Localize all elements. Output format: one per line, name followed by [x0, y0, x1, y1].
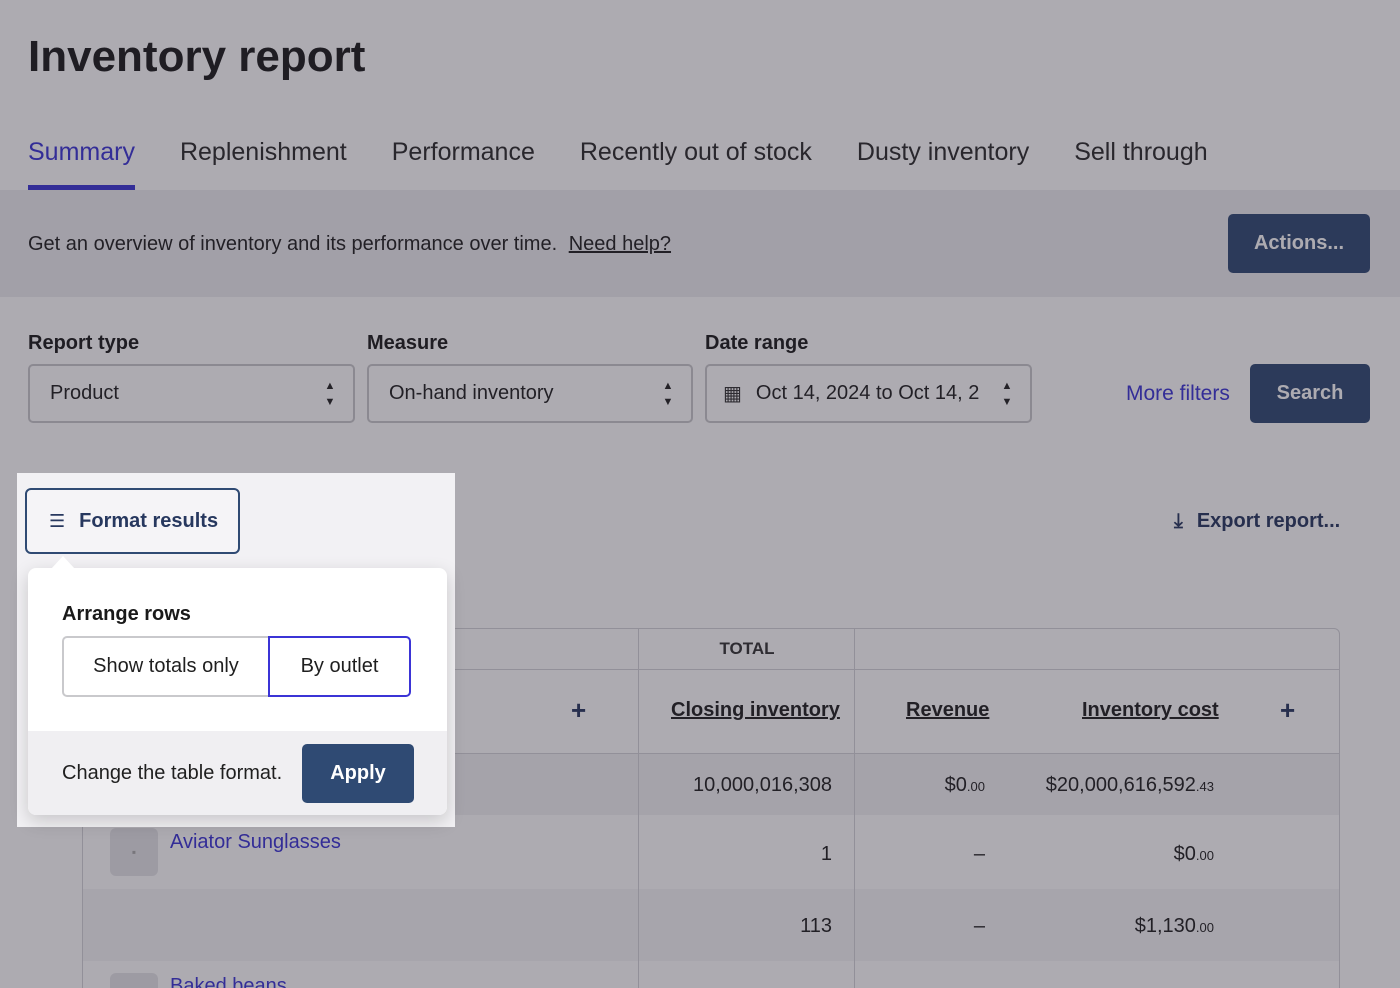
- by-outlet-option[interactable]: By outlet: [268, 636, 411, 697]
- apply-button[interactable]: Apply: [302, 744, 414, 803]
- format-results-label: Format results: [79, 509, 219, 532]
- sliders-icon: ☰: [49, 510, 66, 531]
- arrange-rows-title: Arrange rows: [62, 603, 191, 625]
- format-results-button[interactable]: ☰ Format results: [25, 488, 240, 554]
- popover-arrow: [51, 556, 75, 569]
- show-totals-only-option[interactable]: Show totals only: [62, 636, 270, 697]
- popover-hint: Change the table format.: [62, 762, 283, 784]
